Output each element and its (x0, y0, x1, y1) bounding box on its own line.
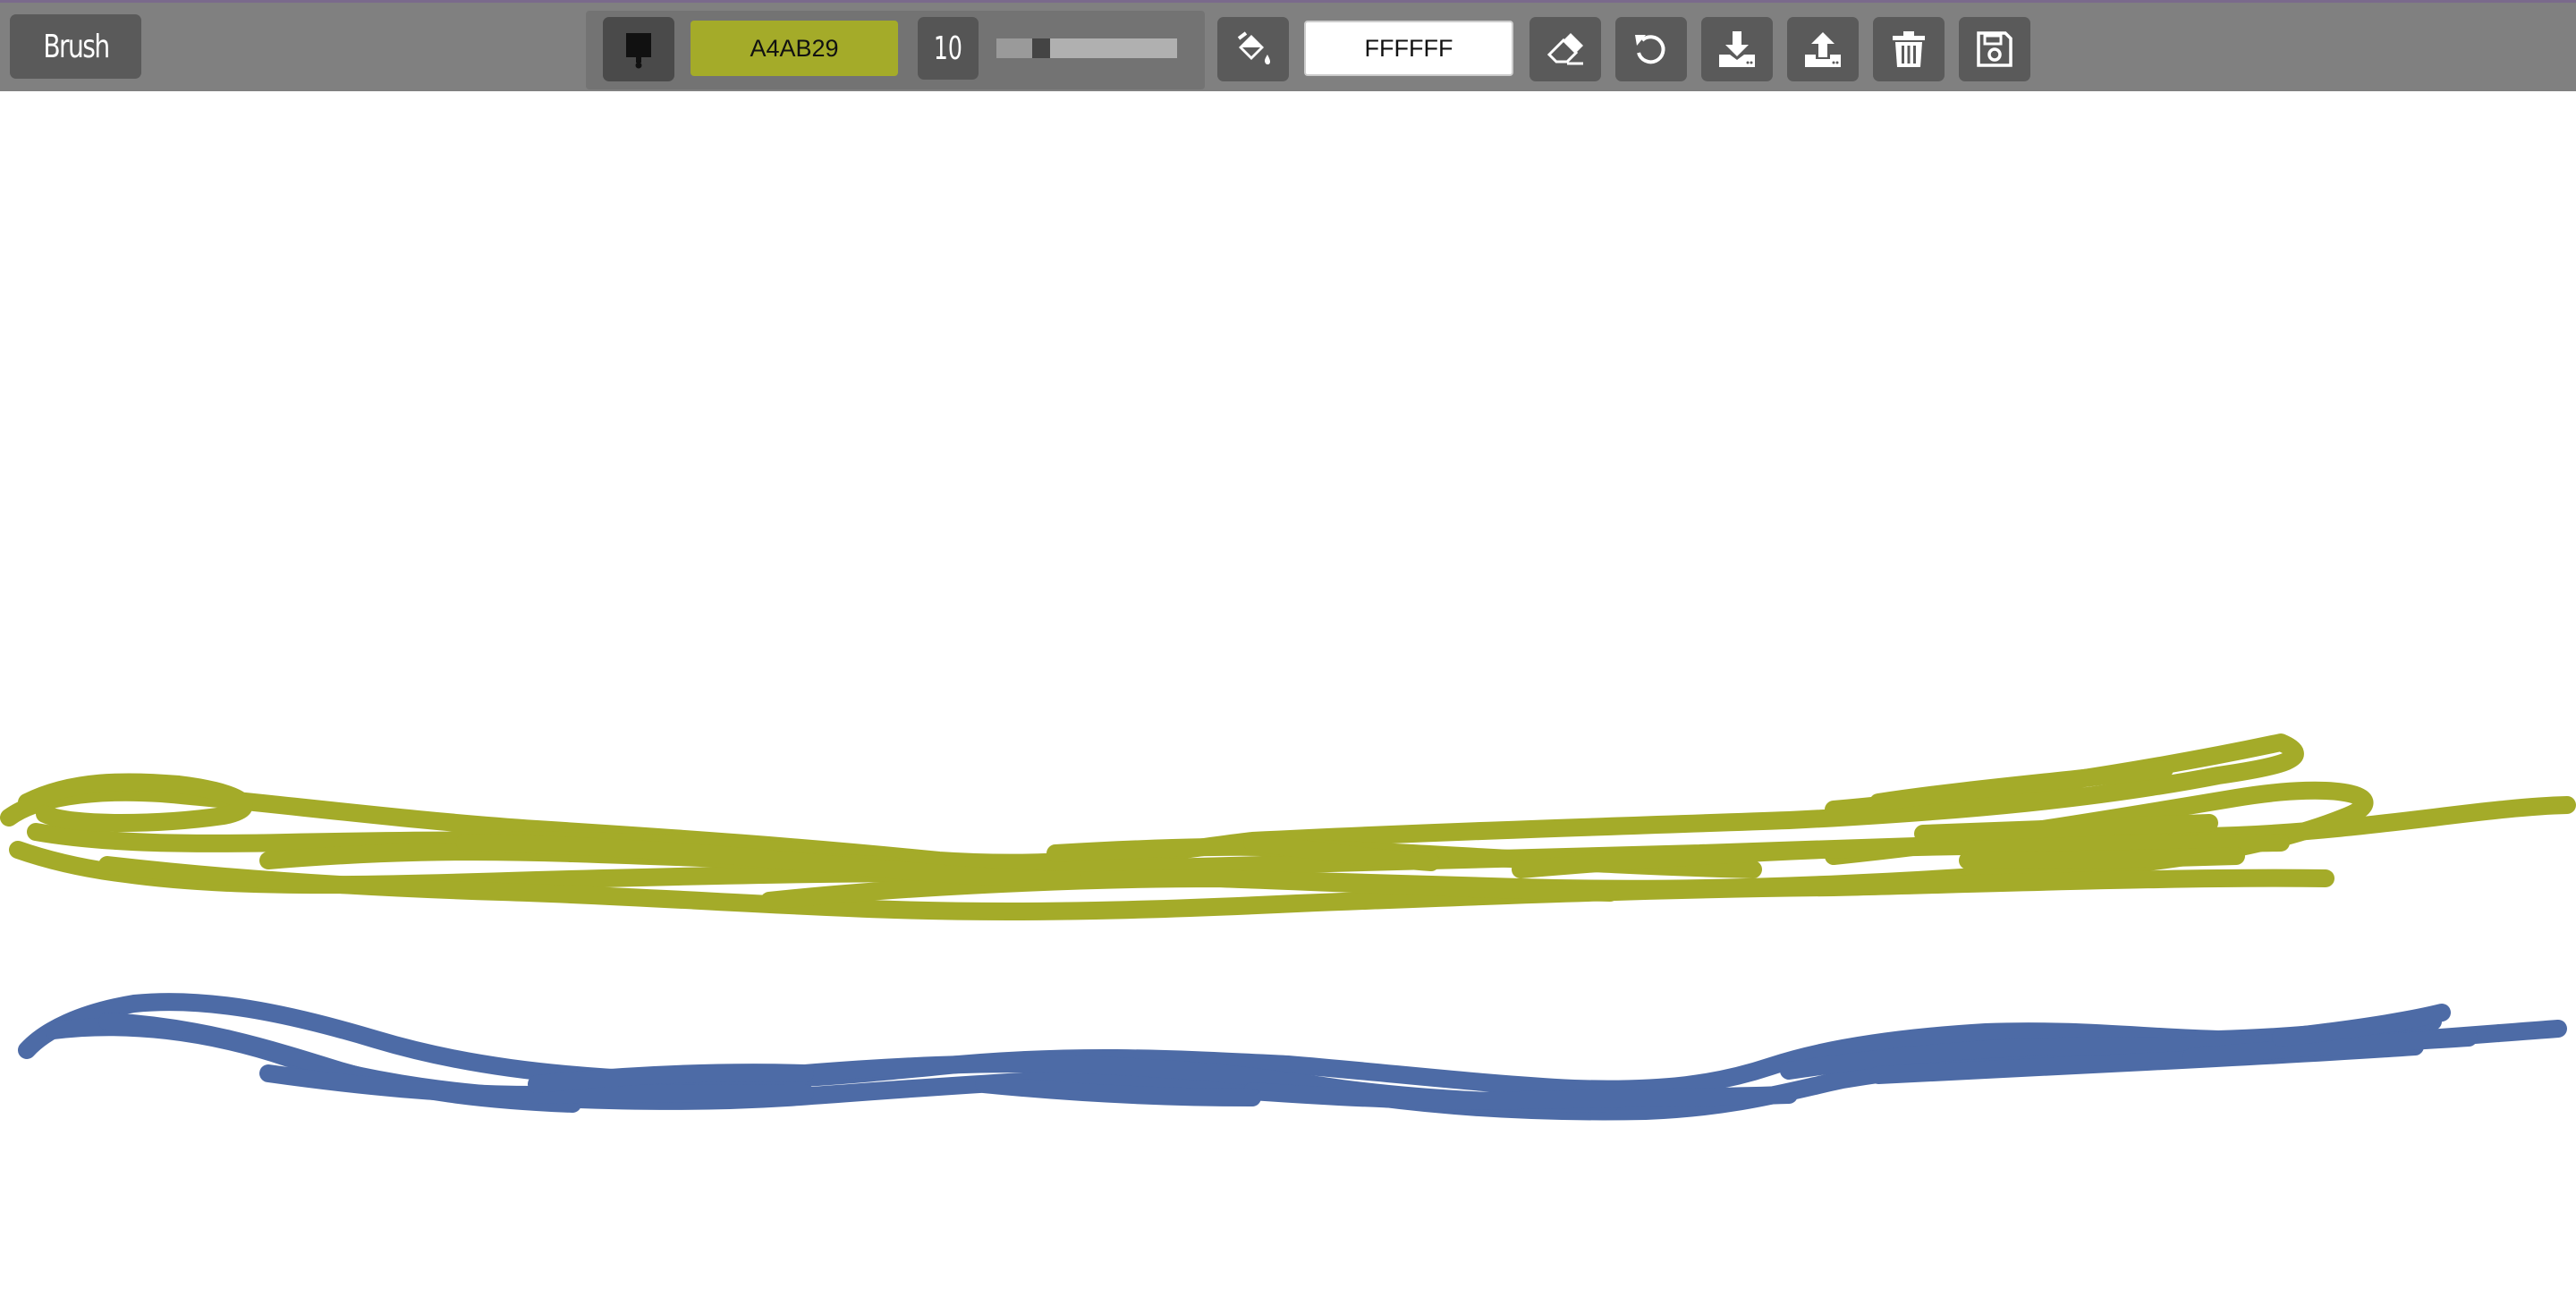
paint-bucket-icon (1237, 31, 1270, 65)
slider-thumb[interactable] (1032, 38, 1050, 58)
upload-icon (1805, 32, 1841, 67)
download-button[interactable] (1701, 17, 1773, 81)
blue-brush-strokes (18, 993, 2567, 1121)
background-color-value: FFFFFF (1364, 34, 1453, 62)
brush-color-input[interactable]: A4AB29 (691, 21, 898, 76)
canvas-drawing (0, 733, 2576, 1121)
drawing-canvas[interactable] (0, 91, 2576, 1297)
brush-size-slider[interactable] (996, 38, 1177, 58)
brush-size-display: 10 (918, 17, 979, 80)
trash-icon (1893, 31, 1925, 67)
eraser-button[interactable] (1530, 17, 1601, 81)
slider-fill (996, 38, 1032, 58)
upload-button[interactable] (1787, 17, 1859, 81)
save-button[interactable] (1959, 17, 2030, 81)
background-color-input[interactable]: FFFFFF (1304, 21, 1513, 76)
toolbar: Brush A4AB29 10 FFFFFF (0, 0, 2576, 91)
eraser-icon (1546, 33, 1583, 65)
brush-size-value: 10 (933, 30, 963, 67)
mode-toggle-button[interactable]: Brush (10, 14, 141, 79)
undo-button[interactable] (1615, 17, 1687, 81)
clear-canvas-button[interactable] (1873, 17, 1945, 81)
green-brush-strokes (0, 733, 2576, 921)
undo-icon (1635, 35, 1665, 64)
download-icon (1719, 31, 1755, 67)
fill-tool-button[interactable] (1217, 17, 1289, 81)
save-icon (1977, 31, 2012, 67)
mode-label: Brush (42, 28, 110, 65)
paintbrush-icon (626, 33, 651, 69)
brush-tool-button[interactable] (603, 17, 674, 81)
brush-color-value: A4AB29 (750, 34, 839, 62)
